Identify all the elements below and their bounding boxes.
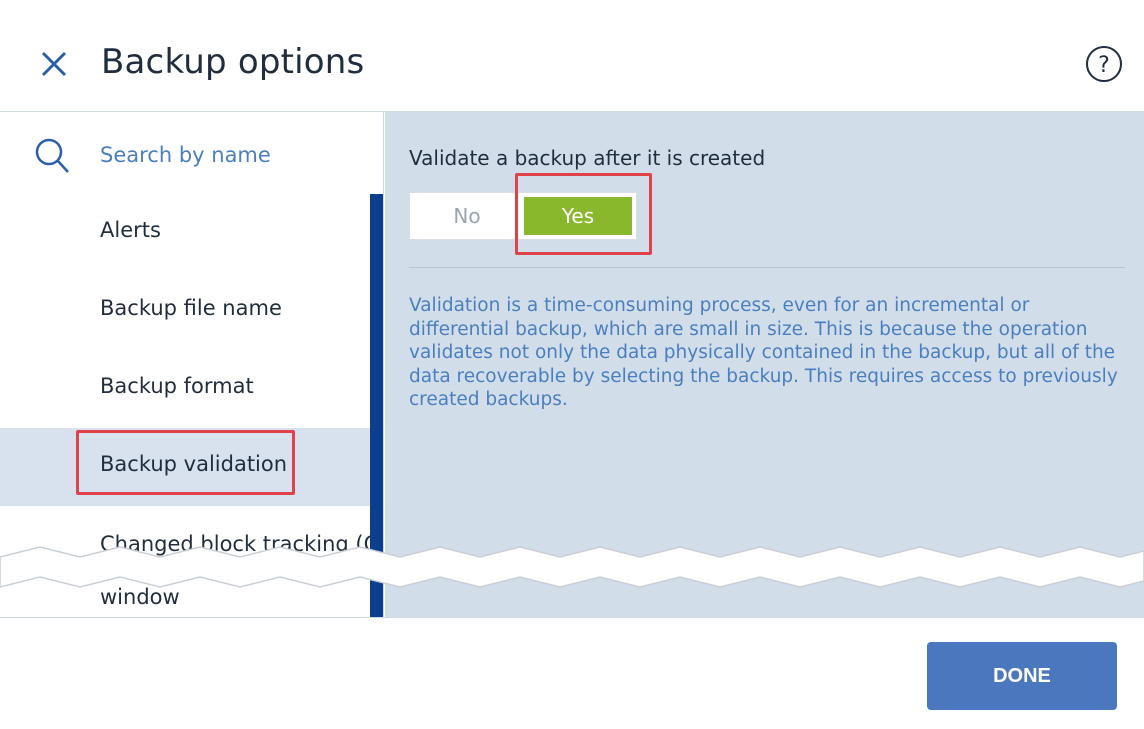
page-title: Backup options [101,42,365,82]
done-button[interactable]: DONE [927,642,1117,710]
sidebar-item-label: Alerts [100,218,161,242]
search-input[interactable] [100,138,360,172]
help-icon[interactable]: ? [1084,44,1124,84]
divider [409,267,1125,268]
dialog-header: Backup options ? [0,0,1144,112]
search-row [0,112,383,192]
validate-toggle[interactable]: No Yes [409,192,637,240]
close-icon[interactable] [34,44,74,84]
search-icon [35,138,69,173]
help-glyph: ? [1098,53,1110,78]
setting-label: Validate a backup after it is created [409,146,766,170]
toggle-yes-option[interactable]: Yes [524,197,632,235]
scrollbar-thumb[interactable] [370,194,383,617]
sidebar-item-label: Backup validation [100,452,288,476]
sidebar-item-backup-validation[interactable]: Backup validation [0,428,370,506]
sidebar-item-alerts[interactable]: Alerts [0,194,370,272]
sidebar-item-label: Changed block tracking (CBT) [100,532,384,556]
option-details-panel: Validate a backup after it is created No… [385,112,1144,617]
sidebar-item-backup-format[interactable]: Backup format [0,350,370,428]
option-description: Validation is a time-consuming process, … [409,295,1118,410]
dialog-footer: DONE [0,617,1144,729]
sidebar-item-changed-block-tracking[interactable]: Changed block tracking (CBT) window [0,508,383,617]
toggle-no-option[interactable]: No [410,193,524,239]
sidebar-item-label: Backup format [100,374,254,398]
sidebar-item-label-continued: window [100,585,180,609]
sidebar-item-backup-file-name[interactable]: Backup file name [0,272,370,350]
options-sidebar: Alerts Backup file name Backup format Ba… [0,112,384,617]
sidebar-item-label: Backup file name [100,296,282,320]
